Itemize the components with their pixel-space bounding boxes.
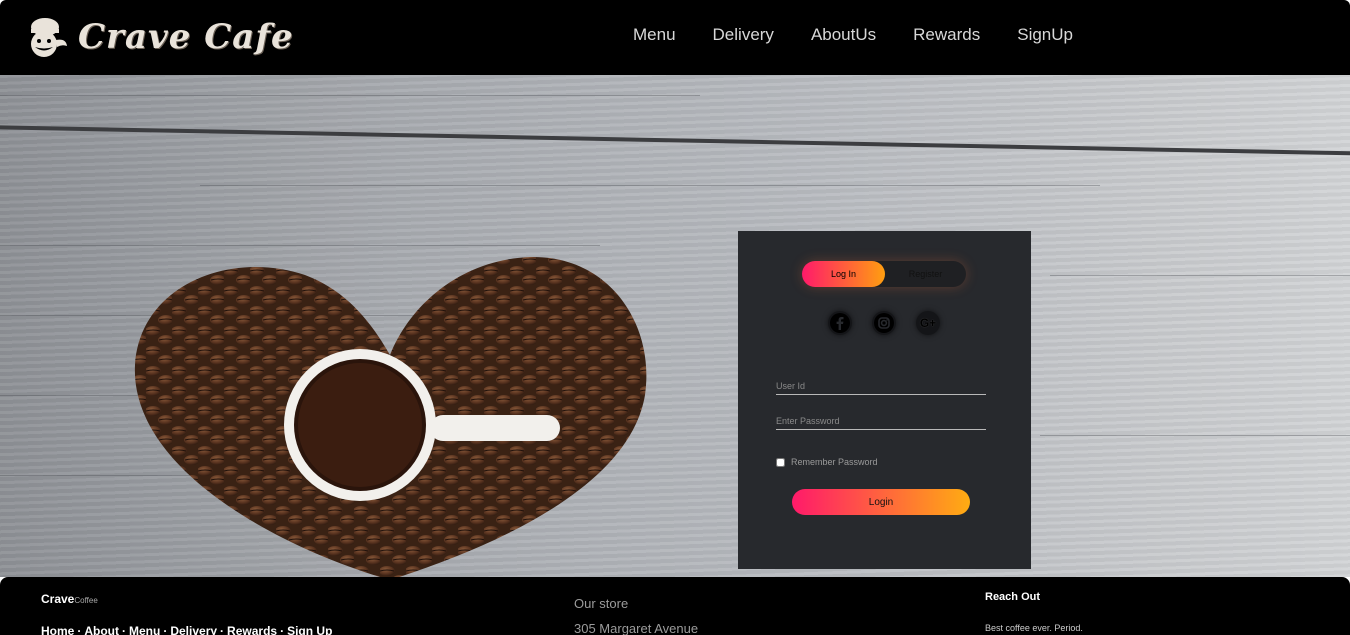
tab-register[interactable]: Register <box>885 261 966 287</box>
nav-signup[interactable]: SignUp <box>1017 25 1073 45</box>
remember-checkbox[interactable] <box>776 457 785 467</box>
coffee-beans-heart-image <box>134 256 647 577</box>
nav-menu[interactable]: Menu <box>633 25 676 45</box>
logo[interactable]: Crave Cafe <box>20 14 294 60</box>
wood-grain <box>0 95 700 96</box>
login-card: Log In Register G+ User Id Remember Pass… <box>738 231 1031 569</box>
footer-link-home[interactable]: Home <box>41 624 74 635</box>
footer-link-about[interactable]: About <box>84 624 119 635</box>
nav-delivery[interactable]: Delivery <box>713 25 774 45</box>
tab-login[interactable]: Log In <box>802 261 885 287</box>
hero-background: Log In Register G+ User Id Remember Pass… <box>0 75 1350 577</box>
google-plus-glyph: G+ <box>919 316 937 330</box>
logo-text: Crave Cafe <box>78 17 294 57</box>
footer-tagline: Best coffee ever. Period. <box>985 623 1083 633</box>
footer-links: Home · About · Menu · Delivery · Rewards · Sign Up <box>41 624 332 635</box>
footer-store-title: Our store <box>574 596 629 611</box>
footer-link-menu[interactable]: Menu <box>129 624 160 635</box>
footer-link-separator: · <box>122 624 126 635</box>
wood-grain <box>1040 435 1350 436</box>
footer-link-signup[interactable]: Sign Up <box>287 624 332 635</box>
site-header: Crave Cafe Menu Delivery AboutUs Rewards… <box>0 0 1350 75</box>
footer-link-separator: · <box>77 624 82 635</box>
social-login-icons: G+ <box>828 311 940 335</box>
main-nav: Menu Delivery AboutUs Rewards SignUp <box>633 25 1073 45</box>
footer-store-address: 305 Margaret Avenue <box>574 621 699 635</box>
footer-link-separator: · <box>220 624 225 635</box>
footer-brand: CraveCoffee <box>41 592 98 606</box>
wood-plank-seam <box>0 125 1350 156</box>
login-button[interactable]: Login <box>792 489 970 515</box>
footer-link-separator: · <box>163 624 168 635</box>
remember-label: Remember Password <box>791 457 878 467</box>
instagram-icon[interactable] <box>872 311 896 335</box>
remember-password[interactable]: Remember Password <box>776 457 878 467</box>
nav-aboutus[interactable]: AboutUs <box>811 25 876 45</box>
footer-link-rewards[interactable]: Rewards <box>227 624 277 635</box>
footer-link-separator: · <box>280 624 285 635</box>
wood-grain <box>200 185 1100 186</box>
password-input[interactable] <box>776 408 986 430</box>
site-footer: CraveCoffee Home · About · Menu · Delivery · Rew… <box>0 577 1350 635</box>
footer-link-delivery[interactable]: Delivery <box>170 624 217 635</box>
google-plus-icon[interactable]: G+ <box>916 311 940 335</box>
wood-grain <box>1050 275 1350 276</box>
chef-logo-icon <box>20 14 70 60</box>
footer-brand-small: Coffee <box>74 596 98 605</box>
footer-brand-bold: Crave <box>41 592 75 606</box>
nav-rewards[interactable]: Rewards <box>913 25 980 45</box>
user-id-input[interactable] <box>776 373 986 395</box>
facebook-icon[interactable] <box>828 311 852 335</box>
auth-toggle: Log In Register <box>802 261 966 287</box>
footer-reach-title: Reach Out <box>985 591 1041 603</box>
